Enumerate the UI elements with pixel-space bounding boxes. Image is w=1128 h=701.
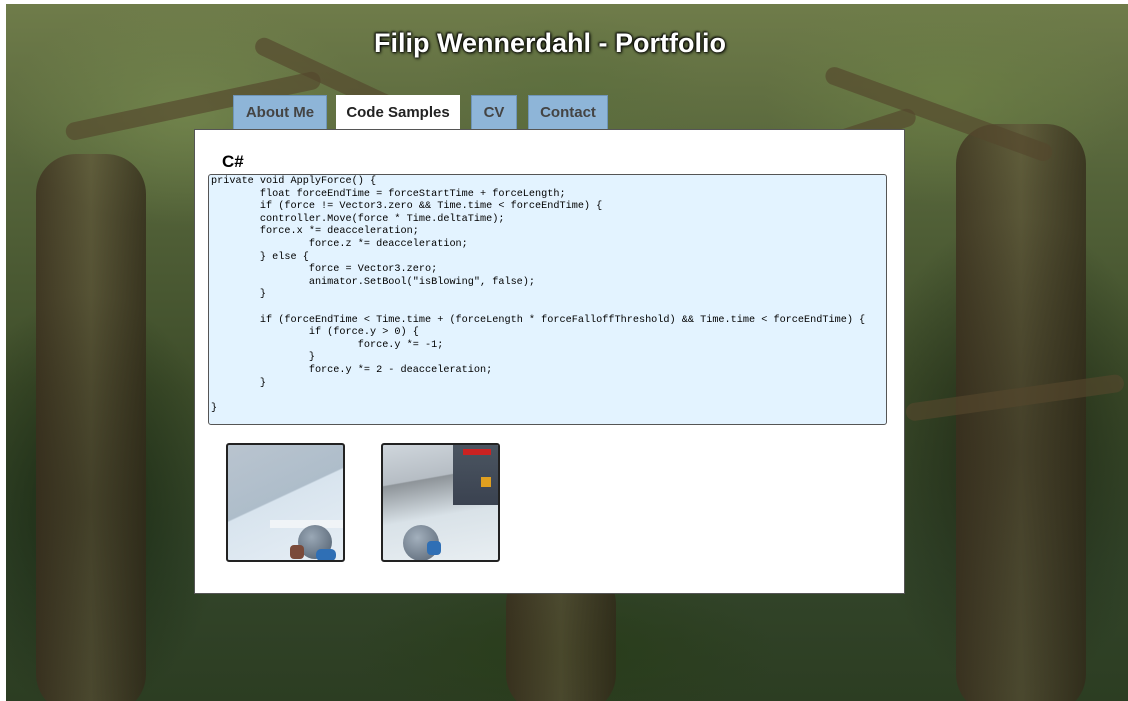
robot-accent bbox=[427, 541, 441, 555]
content-panel: C# private void ApplyForce() { float for… bbox=[194, 129, 905, 594]
code-language-heading: C# bbox=[222, 152, 244, 171]
warning-light bbox=[463, 449, 491, 455]
tree-trunk-left bbox=[36, 154, 146, 701]
tree-trunk-right bbox=[956, 124, 1086, 701]
site-title: Filip Wennerdahl - Portfolio bbox=[374, 28, 726, 58]
tab-about-me[interactable]: About Me bbox=[233, 95, 327, 129]
robot-accent bbox=[316, 549, 336, 560]
tab-cv[interactable]: CV bbox=[471, 95, 517, 129]
tab-contact[interactable]: Contact bbox=[528, 95, 608, 129]
robot-arm bbox=[290, 545, 304, 559]
tab-code-samples[interactable]: Code Samples bbox=[336, 95, 460, 133]
thumbnail-image[interactable] bbox=[381, 443, 500, 562]
warning-sign-icon bbox=[481, 477, 491, 487]
thumbnail-image[interactable] bbox=[226, 443, 345, 562]
code-block: private void ApplyForce() { float forceE… bbox=[208, 174, 887, 425]
page-background: Filip Wennerdahl - Portfolio About Me Co… bbox=[6, 4, 1128, 701]
